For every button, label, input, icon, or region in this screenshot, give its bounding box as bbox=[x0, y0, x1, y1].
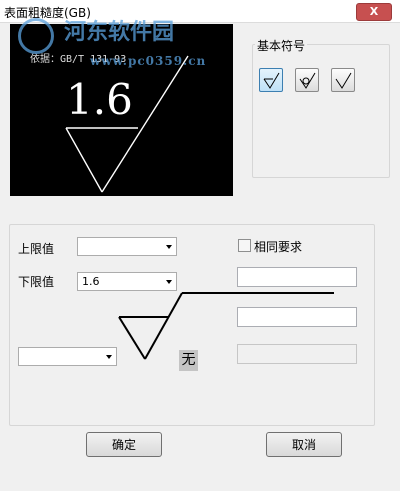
roughness-removal-icon bbox=[335, 72, 352, 89]
cancel-button[interactable]: 取消 bbox=[266, 432, 342, 457]
roughness-basic-icon bbox=[263, 72, 280, 89]
upper-limit-label: 上限值 bbox=[18, 242, 55, 256]
text-field-1[interactable] bbox=[237, 267, 357, 287]
roughness-symbol-drawing: 1.6 bbox=[65, 55, 189, 193]
basic-symbol-group bbox=[252, 44, 390, 178]
text-field-2[interactable] bbox=[237, 307, 357, 327]
chevron-down-icon bbox=[166, 245, 172, 249]
symbol-preview: 依据：GB/T 131-93 1.6 bbox=[10, 24, 233, 196]
same-requirement-checkbox[interactable] bbox=[238, 239, 251, 252]
window-title: 表面粗糙度(GB) bbox=[4, 6, 91, 20]
close-button[interactable]: X bbox=[356, 3, 392, 21]
lower-limit-value: 1.6 bbox=[82, 275, 100, 288]
title-bar: 表面粗糙度(GB) X bbox=[0, 0, 400, 23]
symbol-basic-button[interactable] bbox=[259, 68, 283, 92]
lower-limit-label: 下限值 bbox=[18, 275, 55, 289]
chevron-down-icon bbox=[106, 355, 112, 359]
none-marker[interactable]: 无 bbox=[179, 350, 198, 371]
chevron-down-icon bbox=[166, 280, 172, 284]
lower-limit-select[interactable]: 1.6 bbox=[77, 272, 177, 291]
text-field-3 bbox=[237, 344, 357, 364]
symbol-no-removal-button[interactable] bbox=[295, 68, 319, 92]
roughness-circle-icon bbox=[299, 72, 316, 89]
same-requirement-label: 相同要求 bbox=[254, 240, 303, 254]
basic-symbol-label: 基本符号 bbox=[255, 37, 308, 54]
preview-value: 1.6 bbox=[66, 75, 133, 124]
ok-button[interactable]: 确定 bbox=[86, 432, 162, 457]
upper-limit-select[interactable] bbox=[77, 237, 177, 256]
process-select[interactable] bbox=[18, 347, 117, 366]
symbol-removal-button[interactable] bbox=[331, 68, 355, 92]
